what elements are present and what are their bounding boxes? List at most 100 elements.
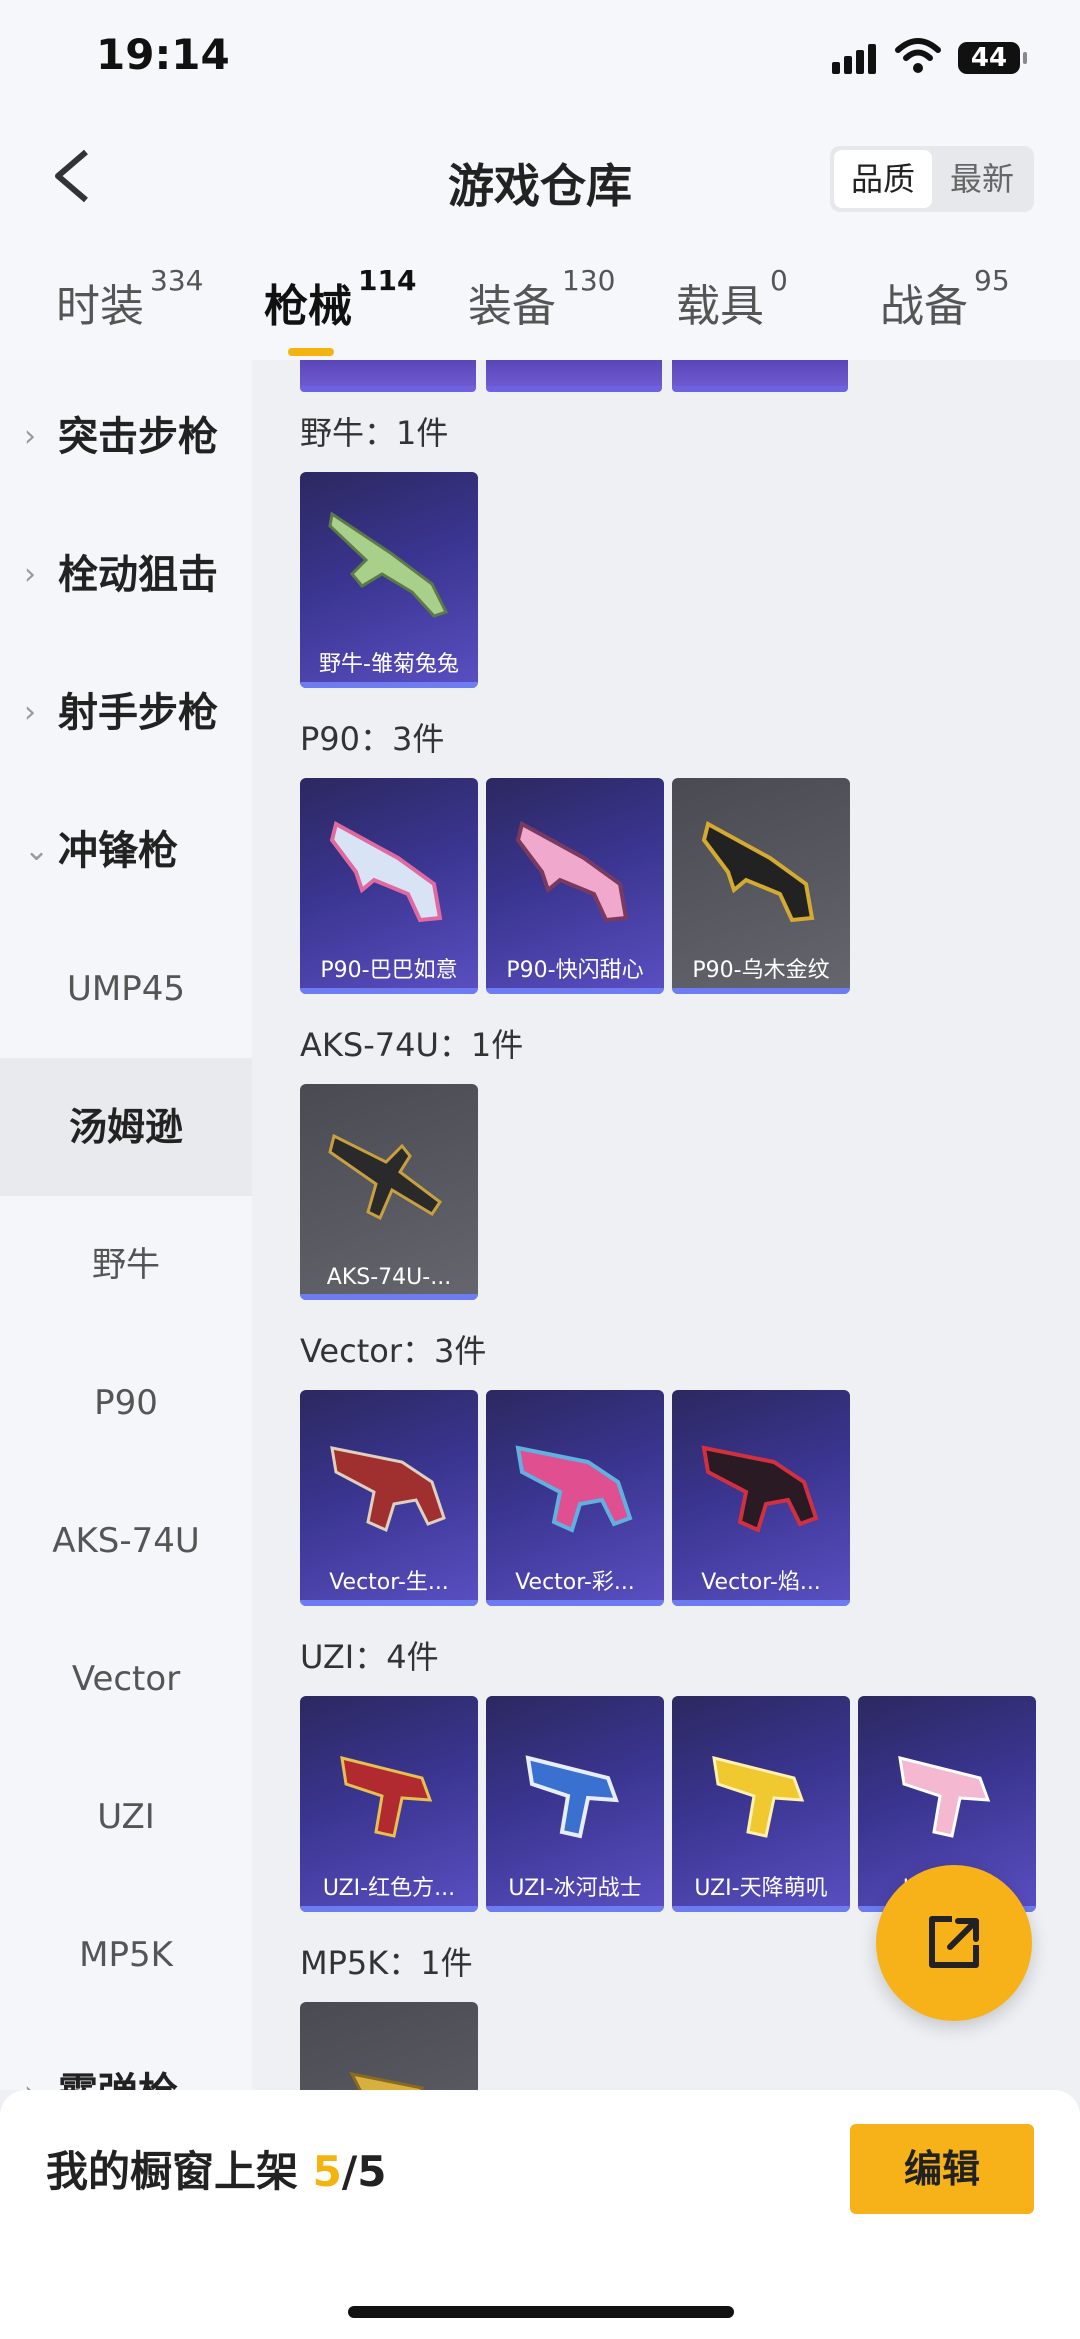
showcase-current-count: 5 [312,2147,342,2196]
sort-quality-button[interactable]: 品质 [834,150,932,208]
category-tabs: 时装334 枪械114 装备130 载具0 战备95 [0,264,1080,360]
tab-equipment[interactable]: 装备130 [468,264,615,334]
gun-skin-icon [898,1755,991,1838]
item-card[interactable]: AKS-74U-... [300,1084,478,1300]
item-card[interactable]: P90-乌木金纹 [672,778,850,994]
tab-count: 114 [358,264,417,297]
chevron-right-icon: › [24,419,36,454]
sidebar: › 突击步枪 › 栓动狙击 › 射手步枪 ⌄ 冲锋枪 UMP45 汤姆逊 野牛 P90 … [0,360,252,2090]
sidebar-item-ump45[interactable]: UMP45 [0,920,252,1058]
sidebar-category-shotgun[interactable]: › 霰弹枪 [0,2024,252,2090]
tab-vehicles[interactable]: 载具0 [676,264,788,334]
sidebar-category-label: 射手步枪 [58,690,218,736]
sidebar-category-assault-rifle[interactable]: › 突击步枪 [0,368,252,506]
tab-count: 130 [562,264,616,297]
item-card[interactable]: UZI-天降萌叽 [672,1696,850,1912]
item-card[interactable]: P90-快闪甜心 [486,778,664,994]
item-name: UZI-天降萌叽 [694,1876,828,1901]
tab-count: 95 [974,264,1010,297]
item-card[interactable] [300,2002,478,2090]
group-title: AKS-74U：1件 [300,1026,524,1064]
item-name: P90-快闪甜心 [506,958,644,983]
gun-skin-icon [525,1755,619,1839]
chevron-right-icon: › [24,695,36,730]
status-time: 19:14 [96,30,230,79]
gun-skin-icon [349,2071,424,2090]
gun-skin-icon [340,1755,433,1838]
rarity-bar [300,1600,478,1606]
chevron-right-icon: › [24,557,36,592]
sidebar-category-label: 冲锋枪 [58,828,178,874]
rarity-bar [672,988,850,994]
sidebar-category-label: 突击步枪 [58,414,218,460]
gun-skin-icon [701,820,815,923]
showcase-total-count: /5 [341,2147,387,2196]
gun-skin-icon [712,1755,805,1838]
gun-skin-icon [329,820,443,923]
item-card[interactable]: UZI-红色方... [300,1696,478,1912]
item-card[interactable]: Vector-生... [300,1390,478,1606]
sidebar-item-aks74u[interactable]: AKS-74U [0,1472,252,1610]
tab-label: 时装 [56,281,144,332]
tab-label: 战备 [880,281,968,332]
tab-fashion[interactable]: 时装334 [56,264,203,334]
rarity-bar [486,1600,664,1606]
item-card[interactable]: Vector-焰... [672,1390,850,1606]
rarity-bar [486,988,664,994]
sidebar-item-bizon[interactable]: 野牛 [0,1196,252,1334]
gun-skin-icon [515,1445,633,1533]
gun-skin-icon [330,1446,446,1533]
tab-label: 装备 [468,281,556,332]
tab-firearms[interactable]: 枪械114 [264,264,416,334]
group-title: P90：3件 [300,720,445,758]
item-name: Vector-彩... [515,1570,635,1595]
item-card[interactable]: Vector-彩... [486,1390,664,1606]
item-name: Vector-焰... [701,1570,821,1595]
status-bar: 19:14 44 [0,0,1080,120]
wifi-icon [895,38,941,73]
rarity-bar [300,682,478,688]
sidebar-item-mp5k[interactable]: MP5K [0,1886,252,2024]
tab-label: 载具 [676,281,764,332]
item-name: UZI-红色方... [322,1876,456,1901]
tab-count: 334 [150,264,204,297]
sidebar-category-smg[interactable]: ⌄ 冲锋枪 [0,782,252,920]
item-card-partial[interactable] [672,360,848,392]
gun-skin-icon [328,1133,443,1221]
rarity-bar [486,1906,664,1912]
item-name: AKS-74U-... [326,1265,452,1290]
cellular-signal-icon [832,44,876,74]
sidebar-category-bolt-sniper[interactable]: › 栓动狙击 [0,506,252,644]
tab-label: 枪械 [264,281,352,332]
sort-newest-button[interactable]: 最新 [932,150,1032,208]
gun-skin-icon [515,820,629,923]
share-icon [929,1916,979,1968]
header: 游戏仓库 品质 最新 时装334 枪械114 装备130 载具0 战备95 [0,120,1080,360]
group-title: 野牛：1件 [300,414,449,452]
group-title: UZI：4件 [300,1638,439,1676]
rarity-bar [300,1294,478,1300]
edit-button[interactable]: 编辑 [850,2124,1034,2214]
item-card[interactable]: P90-巴巴如意 [300,778,478,994]
chevron-right-icon: › [24,2024,36,2090]
rarity-bar [300,1906,478,1912]
sidebar-category-label: 栓动狙击 [58,552,218,598]
share-button[interactable] [876,1865,1032,2021]
sidebar-item-p90[interactable]: P90 [0,1334,252,1472]
item-card[interactable]: 野牛-雏菊兔兔 [300,472,478,688]
rarity-bar [300,988,478,994]
item-card-partial[interactable] [486,360,662,392]
sidebar-category-marksman-rifle[interactable]: › 射手步枪 [0,644,252,782]
item-card[interactable]: UZI-冰河战士 [486,1696,664,1912]
sidebar-item-thompson[interactable]: 汤姆逊 [0,1058,252,1196]
item-name: Vector-生... [329,1570,449,1595]
group-title: MP5K：1件 [300,1944,473,1982]
item-card-partial[interactable] [300,360,476,392]
sidebar-item-uzi[interactable]: UZI [0,1748,252,1886]
tab-supplies[interactable]: 战备95 [880,264,1010,334]
showcase-bar: 我的橱窗上架 5/5 编辑 [0,2090,1080,2339]
sidebar-item-vector[interactable]: Vector [0,1610,252,1748]
chevron-down-icon: ⌄ [24,833,50,868]
home-indicator [348,2306,734,2318]
item-name: P90-乌木金纹 [692,958,830,983]
